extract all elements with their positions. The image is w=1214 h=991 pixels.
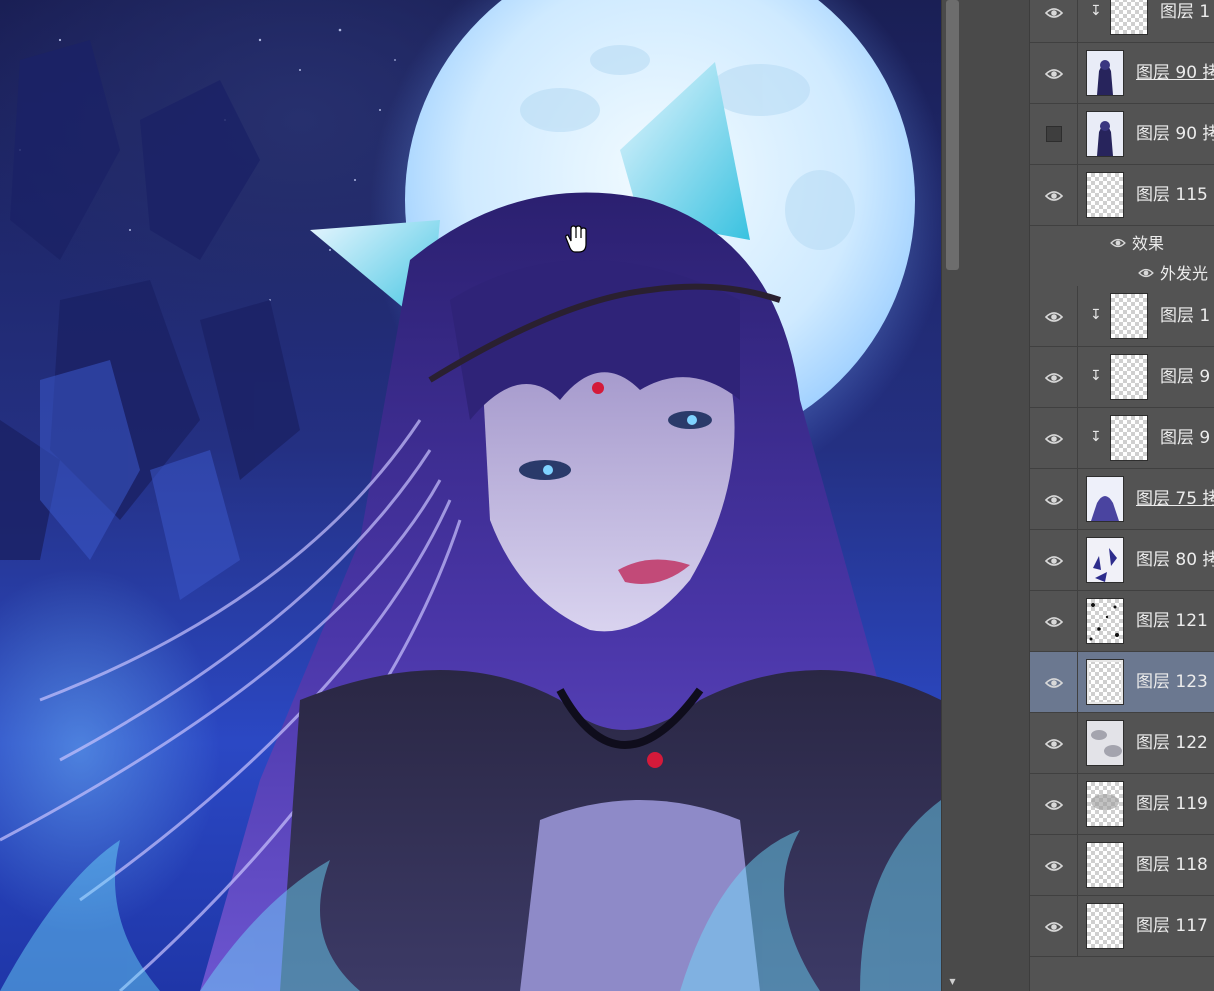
layer-visibility-toggle[interactable] <box>1030 591 1078 651</box>
clipping-mask-arrow-icon: ↧ <box>1090 368 1102 384</box>
layer-name[interactable]: 图层 119 <box>1136 794 1208 814</box>
effects-label: 效果 <box>1132 234 1165 253</box>
canvas-vertical-scrollbar[interactable]: ▼ <box>941 0 964 991</box>
layer-name[interactable]: 图层 1 <box>1160 306 1210 326</box>
layer-effects-row[interactable]: 效果 <box>1030 226 1214 256</box>
layer-thumbnail[interactable] <box>1086 659 1124 705</box>
layer-name[interactable]: 图层 123 <box>1136 672 1208 692</box>
eye-icon <box>1044 736 1064 750</box>
layer-row[interactable]: 图层 80 拷 <box>1030 530 1214 591</box>
layer-row[interactable]: 图层 123 <box>1030 652 1214 713</box>
eye-icon <box>1044 309 1064 323</box>
panel-dock-strip <box>964 0 1030 991</box>
layer-thumbnail[interactable] <box>1086 720 1124 766</box>
layer-thumbnail[interactable] <box>1110 0 1148 35</box>
eye-icon <box>1044 492 1064 506</box>
layer-name[interactable]: 图层 9 <box>1160 428 1210 448</box>
layer-visibility-toggle[interactable] <box>1030 408 1078 468</box>
effect-item-row[interactable]: 外发光 <box>1030 256 1214 286</box>
layer-visibility-toggle[interactable] <box>1030 713 1078 773</box>
layer-name[interactable]: 图层 1 <box>1160 2 1210 22</box>
layer-name[interactable]: 图层 118 <box>1136 855 1208 875</box>
layer-thumbnail[interactable] <box>1086 842 1124 888</box>
layer-row[interactable]: 图层 118 <box>1030 835 1214 896</box>
scroll-down-arrow-icon[interactable]: ▼ <box>946 975 959 989</box>
layer-name[interactable]: 图层 9 <box>1160 367 1210 387</box>
layer-row[interactable]: ↧ 图层 9 <box>1030 347 1214 408</box>
eye-icon[interactable] <box>1138 264 1154 278</box>
eye-icon <box>1044 188 1064 202</box>
eye-icon <box>1044 553 1064 567</box>
layer-row[interactable]: ↧ 图层 9 <box>1030 408 1214 469</box>
layer-name[interactable]: 图层 80 拷 <box>1136 550 1214 570</box>
layer-thumbnail[interactable] <box>1086 50 1124 96</box>
effect-name: 外发光 <box>1160 264 1209 283</box>
layer-row[interactable]: ↧ 图层 1 <box>1030 0 1214 43</box>
clipping-mask-arrow-icon: ↧ <box>1090 3 1102 19</box>
hidden-layer-box-icon <box>1046 126 1062 142</box>
layer-visibility-toggle[interactable] <box>1030 896 1078 956</box>
eye-icon <box>1044 858 1064 872</box>
layer-thumbnail[interactable] <box>1110 415 1148 461</box>
eye-icon <box>1044 5 1064 19</box>
layer-visibility-toggle[interactable] <box>1030 530 1078 590</box>
layer-list[interactable]: ↧ 图层 1 图层 90 拷 图层 90 拷 图层 115 效果 外发光 ↧ 图层 … <box>1030 0 1214 991</box>
layer-thumbnail[interactable] <box>1110 354 1148 400</box>
layer-visibility-toggle[interactable] <box>1030 165 1078 225</box>
eye-icon <box>1044 675 1064 689</box>
layer-thumbnail[interactable] <box>1110 293 1148 339</box>
layers-panel: ↧ 图层 1 图层 90 拷 图层 90 拷 图层 115 效果 外发光 ↧ 图层 … <box>964 0 1214 991</box>
clipping-mask-arrow-icon: ↧ <box>1090 429 1102 445</box>
eye-icon[interactable] <box>1110 234 1126 248</box>
eye-icon <box>1044 797 1064 811</box>
clipping-mask-arrow-icon: ↧ <box>1090 307 1102 323</box>
layer-row[interactable]: 图层 119 <box>1030 774 1214 835</box>
layer-name[interactable]: 图层 115 <box>1136 185 1208 205</box>
layer-name[interactable]: 图层 121 <box>1136 611 1208 631</box>
layer-visibility-toggle[interactable] <box>1030 0 1078 42</box>
layer-visibility-toggle[interactable] <box>1030 774 1078 834</box>
layer-row[interactable]: ↧ 图层 1 <box>1030 286 1214 347</box>
layer-row[interactable]: 图层 90 拷 <box>1030 104 1214 165</box>
layer-thumbnail[interactable] <box>1086 781 1124 827</box>
layer-visibility-toggle[interactable] <box>1030 43 1078 103</box>
layer-thumbnail[interactable] <box>1086 111 1124 157</box>
layer-thumbnail[interactable] <box>1086 537 1124 583</box>
eye-icon <box>1044 919 1064 933</box>
layer-name[interactable]: 图层 75 拷 <box>1136 489 1214 509</box>
eye-icon <box>1044 431 1064 445</box>
layer-name[interactable]: 图层 90 拷 <box>1136 124 1214 144</box>
layer-thumbnail[interactable] <box>1086 598 1124 644</box>
layer-visibility-toggle[interactable] <box>1030 104 1078 164</box>
layer-visibility-toggle[interactable] <box>1030 652 1078 712</box>
layer-row[interactable]: 图层 121 <box>1030 591 1214 652</box>
scroll-thumb[interactable] <box>946 0 959 270</box>
layer-row[interactable]: 图层 115 <box>1030 165 1214 226</box>
layer-thumbnail[interactable] <box>1086 172 1124 218</box>
layer-row[interactable]: 图层 122 <box>1030 713 1214 774</box>
layer-visibility-toggle[interactable] <box>1030 347 1078 407</box>
eye-icon <box>1044 370 1064 384</box>
artwork <box>0 0 941 991</box>
layer-row[interactable]: 图层 75 拷 <box>1030 469 1214 530</box>
layer-visibility-toggle[interactable] <box>1030 286 1078 346</box>
layer-thumbnail[interactable] <box>1086 476 1124 522</box>
eye-icon <box>1044 614 1064 628</box>
document-canvas[interactable] <box>0 0 941 991</box>
layer-visibility-toggle[interactable] <box>1030 835 1078 895</box>
layer-name[interactable]: 图层 90 拷 <box>1136 63 1214 83</box>
layer-visibility-toggle[interactable] <box>1030 469 1078 529</box>
layer-name[interactable]: 图层 117 <box>1136 916 1208 936</box>
layer-row[interactable]: 图层 117 <box>1030 896 1214 957</box>
layer-thumbnail[interactable] <box>1086 903 1124 949</box>
eye-icon <box>1044 66 1064 80</box>
layer-name[interactable]: 图层 122 <box>1136 733 1208 753</box>
layer-row[interactable]: 图层 90 拷 <box>1030 43 1214 104</box>
